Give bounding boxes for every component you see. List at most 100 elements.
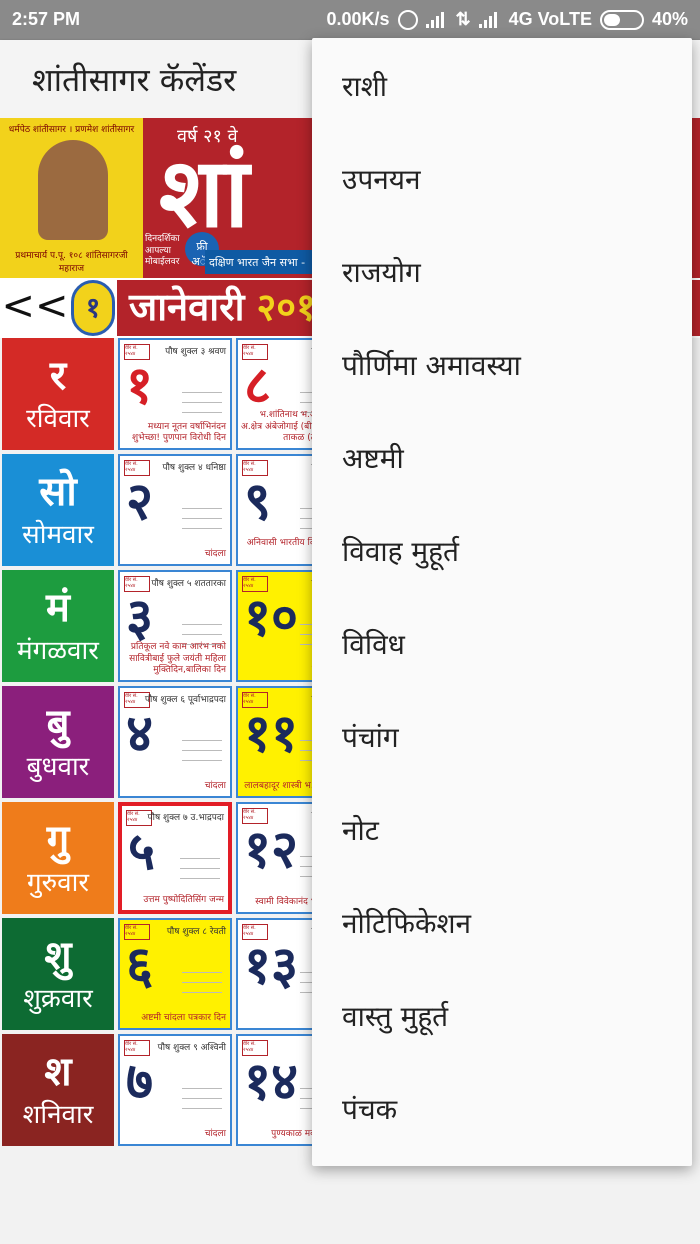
- date-note: मध्यान नूतन वर्षाभिनंदन शुभेच्छा! पुणपान…: [132, 421, 226, 443]
- note-line: [182, 750, 222, 751]
- weekday-abbr: गु: [46, 817, 70, 863]
- menu-item[interactable]: विविध: [312, 598, 692, 691]
- date-cell[interactable]: वीर सं. २५४४ पौष शुक्ल ३ श्रवण १ मध्यान नूत…: [118, 338, 232, 450]
- banner-strip: दक्षिण भारत जैन सभा -: [205, 250, 325, 274]
- note-line: [182, 740, 222, 741]
- battery-percent: 40%: [651, 9, 688, 29]
- tithi-text: पौष शुक्ल ६ पूर्वाभाद्रपदा: [144, 695, 226, 705]
- weekday-label: र रविवार: [2, 338, 114, 450]
- tithi-text: पौष शुक्ल ४ धनिष्ठा: [162, 463, 226, 473]
- signal-icon: [425, 11, 448, 28]
- weekday-abbr: र: [49, 353, 67, 399]
- weekday-label: बु बुधवार: [2, 686, 114, 798]
- date-number: ९: [244, 472, 272, 532]
- menu-item[interactable]: राजयोग: [312, 226, 692, 319]
- date-number: १०: [244, 588, 299, 648]
- note-line: [182, 624, 222, 625]
- note-line: [182, 508, 222, 509]
- note-line: [180, 868, 220, 869]
- date-number: १: [126, 356, 154, 416]
- menu-item[interactable]: अष्टमी: [312, 412, 692, 505]
- weekday-label: मं मंगळवार: [2, 570, 114, 682]
- date-note: उत्तम पुष्पोदितिसिंग जन्म: [143, 894, 224, 905]
- note-line: [182, 634, 222, 635]
- note-line: [182, 972, 222, 973]
- date-number: ३: [126, 588, 154, 648]
- weekday-abbr: श: [44, 1049, 72, 1095]
- date-cell[interactable]: वीर सं. २५४४ पौष शुक्ल ९ अश्विनी ७ चांदला: [118, 1034, 232, 1146]
- battery-icon: [599, 9, 644, 30]
- weekday-label: सो सोमवार: [2, 454, 114, 566]
- status-time: 2:57 PM: [12, 9, 81, 29]
- note-line: [182, 1098, 222, 1099]
- menu-item[interactable]: नोट: [312, 784, 692, 877]
- date-number: १३: [244, 936, 299, 996]
- weekday-name: गुरुवार: [26, 868, 89, 898]
- date-note: चांदला: [204, 1128, 226, 1139]
- date-number: १२: [244, 820, 299, 880]
- note-line: [180, 858, 220, 859]
- prev-month-button[interactable]: <<: [0, 278, 70, 338]
- menu-item[interactable]: राशी: [312, 40, 692, 133]
- menu-item[interactable]: वास्तु मुहूर्त: [312, 970, 692, 1063]
- weekday-label: गु गुरुवार: [2, 802, 114, 914]
- data-transfer-icon: ⇅: [455, 9, 471, 29]
- note-line: [182, 992, 222, 993]
- date-note: चांदला: [204, 548, 226, 559]
- banner-photo: धर्मपेठ शांतीसागर । प्रणमेश शांतीसागर प्…: [0, 118, 143, 278]
- network-type: 4G VoLTE: [508, 9, 592, 29]
- note-line: [182, 528, 222, 529]
- note-line: [182, 982, 222, 983]
- date-note: प्रतिकूल नवे काम आरंभ नको सावित्रीबाई फु…: [129, 642, 226, 675]
- weekday-label: शु शुक्रवार: [2, 918, 114, 1030]
- date-number: ४: [126, 704, 154, 764]
- note-line: [182, 412, 222, 413]
- menu-item[interactable]: नोटिफिकेशन: [312, 877, 692, 970]
- note-line: [182, 518, 222, 519]
- weekday-name: रविवार: [26, 404, 90, 434]
- date-cell[interactable]: वीर सं. २५४४ पौष शुक्ल ४ धनिष्ठा २ चांदला: [118, 454, 232, 566]
- tithi-text: पौष शुक्ल ८ रेवती: [166, 927, 226, 937]
- date-cell[interactable]: वीर सं. २५४४ पौष शुक्ल ८ रेवती ६ अष्टमी चां…: [118, 918, 232, 1030]
- menu-item[interactable]: उपनयन: [312, 133, 692, 226]
- banner-brand: वर्ष २१ वे शां दिनदर्शिका आपल्या मोबाईलव…: [145, 118, 325, 278]
- note-line: [182, 1088, 222, 1089]
- weekday-abbr: शु: [44, 933, 72, 979]
- menu-item[interactable]: विवाह मुहूर्त: [312, 505, 692, 598]
- banner-side-text: दिनदर्शिका आपल्या मोबाईलवर: [145, 234, 180, 268]
- date-number: ११: [244, 704, 299, 764]
- month-name: जानेवारी: [129, 285, 245, 329]
- net-speed: 0.00K/s: [326, 9, 390, 29]
- weekday-label: श शनिवार: [2, 1034, 114, 1146]
- acharya-photo: [38, 140, 108, 240]
- menu-item[interactable]: पंचक: [312, 1063, 692, 1156]
- note-line: [182, 402, 222, 403]
- tithi-text: पौष शुक्ल ५ शततारका: [151, 579, 226, 589]
- date-cell[interactable]: वीर सं. २५४४ पौष शुक्ल ६ पूर्वाभाद्रपदा ४ च…: [118, 686, 232, 798]
- weekday-abbr: सो: [39, 469, 77, 515]
- weekday-name: मंगळवार: [17, 636, 99, 666]
- menu-item[interactable]: पंचांग: [312, 691, 692, 784]
- menu-item[interactable]: पौर्णिमा अमावस्या: [312, 319, 692, 412]
- note-line: [182, 1108, 222, 1109]
- date-number: ६: [126, 936, 154, 996]
- date-number: १४: [244, 1052, 299, 1112]
- date-cell[interactable]: वीर सं. २५४४ पौष शुक्ल ७ उ.भाद्रपदा ५ उत्तम…: [118, 802, 232, 914]
- app-title: शांतीसागर कॅलेंडर: [32, 61, 237, 99]
- weekday-name: शुक्रवार: [23, 984, 93, 1014]
- status-bar: 2:57 PM 0.00K/s ⇅ 4G VoLTE 40%: [0, 0, 700, 40]
- alarm-icon: [397, 9, 418, 30]
- weekday-name: बुधवार: [26, 752, 90, 782]
- date-note: चांदला: [204, 780, 226, 791]
- note-line: [182, 392, 222, 393]
- tithi-text: पौष शुक्ल ३ श्रवण: [165, 347, 226, 357]
- photo-caption-top: धर्मपेठ शांतीसागर । प्रणमेश शांतीसागर: [8, 125, 135, 135]
- date-cell[interactable]: वीर सं. २५४४ पौष शुक्ल ५ शततारका ३ प्रतिकूल…: [118, 570, 232, 682]
- weekday-name: सोमवार: [22, 520, 94, 550]
- date-number: ७: [126, 1052, 154, 1112]
- month-number: १: [71, 280, 115, 336]
- date-note: अष्टमी चांदला पत्रकार दिन: [141, 1012, 226, 1023]
- date-number: २: [126, 472, 154, 532]
- status-indicators: 0.00K/s ⇅ 4G VoLTE 40%: [326, 9, 688, 30]
- year-fragment: २०१: [256, 285, 316, 329]
